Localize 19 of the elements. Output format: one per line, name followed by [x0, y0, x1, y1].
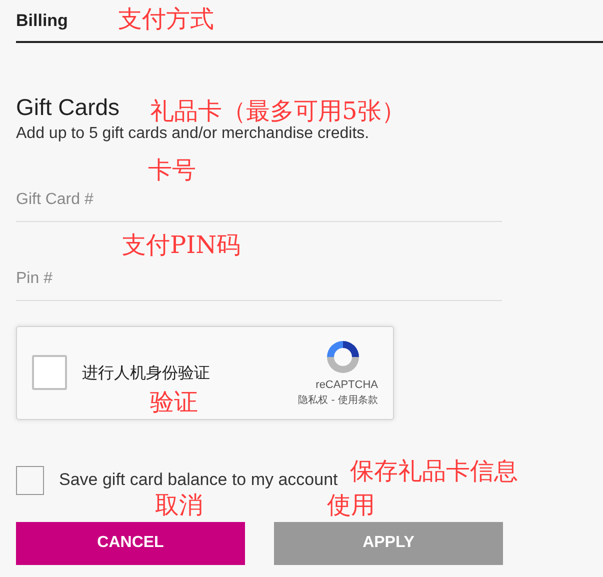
save-balance-label: Save gift card balance to my account — [59, 469, 338, 492]
recaptcha-brand: reCAPTCHA — [316, 378, 378, 393]
gift-cards-description: Add up to 5 gift cards and/or merchandise credits. — [16, 124, 370, 144]
annotation-text: 保存礼品卡信息 — [350, 458, 518, 484]
annotation-text: 卡号 — [148, 157, 196, 183]
annotation-text: 礼品卡（最多可用5张） — [150, 98, 406, 124]
gift-cards-heading: Gift Cards — [16, 92, 120, 120]
input-field[interactable]: Pin # — [16, 266, 502, 300]
annotation-text: 支付PIN码 — [122, 232, 241, 258]
input-field[interactable]: Gift Card # — [16, 188, 502, 222]
captcha-label: 进行人机身份验证 — [82, 362, 210, 384]
annotation-text: 验证 — [150, 389, 198, 415]
save-balance-checkbox[interactable] — [16, 466, 44, 494]
annotation-text: 使用 — [327, 492, 375, 518]
cancel-button[interactable]: CANCEL — [16, 522, 245, 564]
annotation-text: 取消 — [155, 492, 203, 518]
privacy-terms-link[interactable]: 隐私权 - 使用条款 — [298, 393, 378, 408]
annotation-text: 支付方式 — [118, 6, 214, 32]
captcha-checkbox[interactable] — [32, 355, 67, 390]
